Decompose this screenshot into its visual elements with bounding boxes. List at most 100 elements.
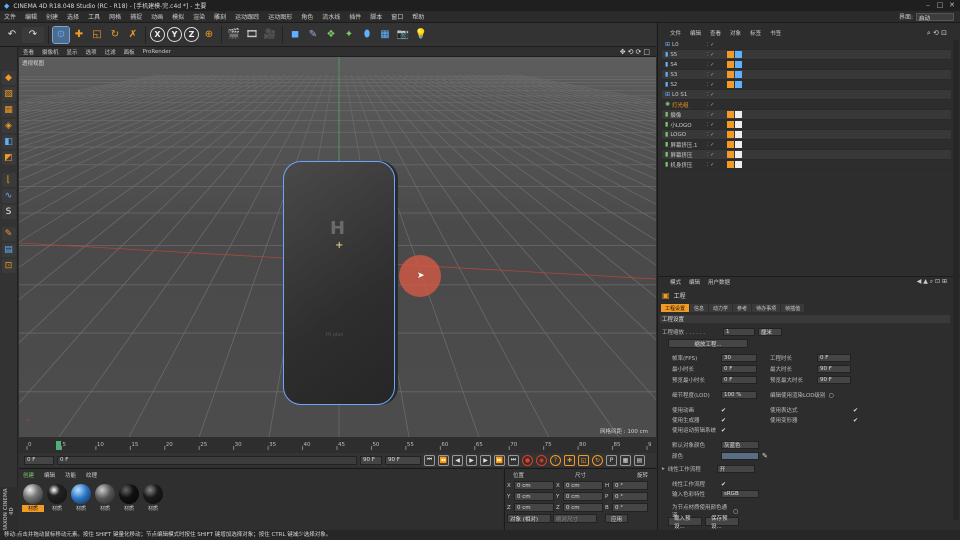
- lod-field[interactable]: 100 %: [721, 391, 757, 399]
- material-menu-texture[interactable]: 纹理: [86, 471, 97, 479]
- phong-tag-icon[interactable]: [727, 141, 734, 148]
- object-row[interactable]: ⊞ L0 S1 ⁚ ✓: [662, 90, 951, 100]
- record-icon[interactable]: ●: [522, 454, 533, 466]
- material-tag-icon[interactable]: [735, 151, 742, 158]
- menu-script[interactable]: 脚本: [370, 12, 382, 21]
- close-button[interactable]: ✕: [947, 1, 957, 10]
- size-z-field[interactable]: 0 cm: [563, 503, 603, 512]
- phone-model[interactable]: H + Hi plus: [283, 161, 395, 405]
- attr-menu-mode[interactable]: 模式: [670, 278, 681, 286]
- frame-range-slider[interactable]: 0 F: [57, 455, 357, 465]
- material-tag-icon[interactable]: [735, 81, 742, 88]
- min-frame-field[interactable]: 0 F: [24, 455, 54, 465]
- panel-scrollbar[interactable]: [953, 40, 959, 520]
- coordinate-system-icon[interactable]: ⊕: [201, 27, 217, 43]
- menu-plugins[interactable]: 插件: [349, 12, 361, 21]
- viewport[interactable]: 透视视图 H + Hi plus ➤ ⊥ 网格间距 : 100 cm: [19, 57, 656, 437]
- rotate-icon[interactable]: ↻: [107, 27, 123, 43]
- position-y-field[interactable]: 0 cm: [514, 492, 554, 501]
- material-tag-icon[interactable]: [735, 121, 742, 128]
- keyframe-selection-icon[interactable]: ?: [550, 454, 561, 466]
- menu-character[interactable]: 角色: [301, 12, 313, 21]
- phong-tag-icon[interactable]: [727, 111, 734, 118]
- material-item[interactable]: 材质: [22, 484, 44, 512]
- attr-menu-userdata[interactable]: 用户数据: [708, 278, 730, 286]
- pen-icon[interactable]: ✎: [305, 27, 321, 43]
- use-generators-checkbox[interactable]: ✔: [721, 417, 726, 424]
- viewport-menu-panel[interactable]: 面板: [124, 48, 135, 56]
- load-preset-button[interactable]: 载入预设...: [668, 516, 702, 530]
- timeline-options-icon[interactable]: ▤: [634, 454, 645, 466]
- material-item[interactable]: 材质: [94, 484, 116, 512]
- snap-icon[interactable]: S: [1, 205, 16, 219]
- undo-icon[interactable]: ↶: [4, 27, 20, 43]
- viewport-menu-cameras[interactable]: 摄像机: [42, 48, 59, 56]
- light-icon[interactable]: 💡: [413, 27, 429, 43]
- material-tag-icon[interactable]: [735, 141, 742, 148]
- render-view-icon[interactable]: 🎬: [226, 27, 242, 43]
- phong-tag-icon[interactable]: [727, 121, 734, 128]
- scale-project-button[interactable]: 缩放工程...: [668, 339, 748, 348]
- preview-min-field[interactable]: 0 F: [721, 376, 757, 384]
- menu-select[interactable]: 选择: [67, 12, 79, 21]
- prev-frame-icon[interactable]: ◀: [452, 454, 463, 466]
- visibility-flags-icon[interactable]: ⁚ ✓: [707, 152, 727, 158]
- viewport-menu-view[interactable]: 查看: [23, 48, 34, 56]
- cube-icon[interactable]: ◼: [287, 27, 303, 43]
- material-tag-icon[interactable]: [735, 131, 742, 138]
- menu-animate[interactable]: 动画: [151, 12, 163, 21]
- tab-todo[interactable]: 待办事项: [752, 304, 781, 312]
- use-expressions-checkbox[interactable]: ✔: [853, 407, 858, 414]
- visibility-flags-icon[interactable]: ⁚ ✓: [707, 122, 727, 128]
- live-select-icon[interactable]: ⊙: [52, 25, 70, 44]
- menu-mograph[interactable]: 运动图形: [268, 12, 292, 21]
- material-tag-icon[interactable]: [735, 51, 742, 58]
- viewport-menu-filter[interactable]: 过滤: [105, 48, 116, 56]
- linear-workflow-checkbox[interactable]: ✔: [721, 481, 726, 488]
- motion-system-checkbox[interactable]: ✔: [721, 427, 726, 434]
- recent-tool-icon[interactable]: ✗: [125, 27, 141, 43]
- phong-tag-icon[interactable]: [727, 81, 734, 88]
- tab-frame-interpolation[interactable]: 帧插值: [781, 304, 805, 312]
- om-menu-edit[interactable]: 编辑: [690, 29, 701, 37]
- om-menu-objects[interactable]: 对象: [730, 29, 741, 37]
- object-row[interactable]: ⊞ L0 ⁚ ✓: [662, 40, 951, 50]
- size-y-field[interactable]: 0 cm: [563, 492, 603, 501]
- visibility-flags-icon[interactable]: ⁚ ✓: [707, 82, 727, 88]
- expand-arrow-icon[interactable]: ▸: [662, 466, 665, 472]
- visibility-flags-icon[interactable]: ⁚ ✓: [707, 102, 727, 108]
- autokey-icon[interactable]: ◉: [536, 454, 547, 466]
- max-time-field[interactable]: 90 F: [817, 365, 851, 373]
- default-color-dropdown[interactable]: 灰蓝色: [721, 441, 759, 449]
- visibility-flags-icon[interactable]: ⁚ ✓: [707, 162, 727, 168]
- menu-tools[interactable]: 工具: [88, 12, 100, 21]
- om-search-icon[interactable]: ⌕ ⟲ ⊡: [927, 29, 960, 38]
- redo-icon[interactable]: ↷: [22, 26, 44, 43]
- render-picture-viewer-icon[interactable]: 🎞: [244, 27, 260, 43]
- position-z-field[interactable]: 0 cm: [514, 503, 554, 512]
- object-row[interactable]: ▮ 摄像 ⁚ ✓: [662, 110, 951, 120]
- layout-dropdown[interactable]: 启动: [916, 12, 954, 22]
- attr-menu-edit[interactable]: 编辑: [689, 278, 700, 286]
- max-frame-field[interactable]: 90 F: [360, 455, 382, 465]
- use-deformers-checkbox[interactable]: ✔: [853, 417, 858, 424]
- minimize-button[interactable]: –: [923, 1, 933, 10]
- move-icon[interactable]: ✚: [71, 27, 87, 43]
- object-row[interactable]: ▮ 机身挤压 ⁚ ✓: [662, 160, 951, 170]
- material-tag-icon[interactable]: [735, 71, 742, 78]
- menu-simulate[interactable]: 模拟: [172, 12, 184, 21]
- next-key-icon[interactable]: ⏩: [494, 454, 505, 466]
- material-tag-icon[interactable]: [735, 61, 742, 68]
- menu-motion-tracking[interactable]: 运动跟踪: [235, 12, 259, 21]
- menu-window[interactable]: 窗口: [391, 12, 403, 21]
- om-menu-tags[interactable]: 标签: [750, 29, 761, 37]
- object-row[interactable]: ▮ S2 ⁚ ✓: [662, 80, 951, 90]
- scale-field[interactable]: 1: [723, 328, 755, 336]
- rotation-key-icon[interactable]: ↻: [592, 454, 603, 466]
- viewport-menu-display[interactable]: 显示: [67, 48, 78, 56]
- prev-key-icon[interactable]: ⏪: [438, 454, 449, 466]
- tweak-icon[interactable]: ∿: [1, 189, 16, 203]
- visibility-flags-icon[interactable]: ⁚ ✓: [707, 112, 727, 118]
- material-item[interactable]: 材质: [70, 484, 92, 512]
- om-menu-bookmarks[interactable]: 书签: [770, 29, 781, 37]
